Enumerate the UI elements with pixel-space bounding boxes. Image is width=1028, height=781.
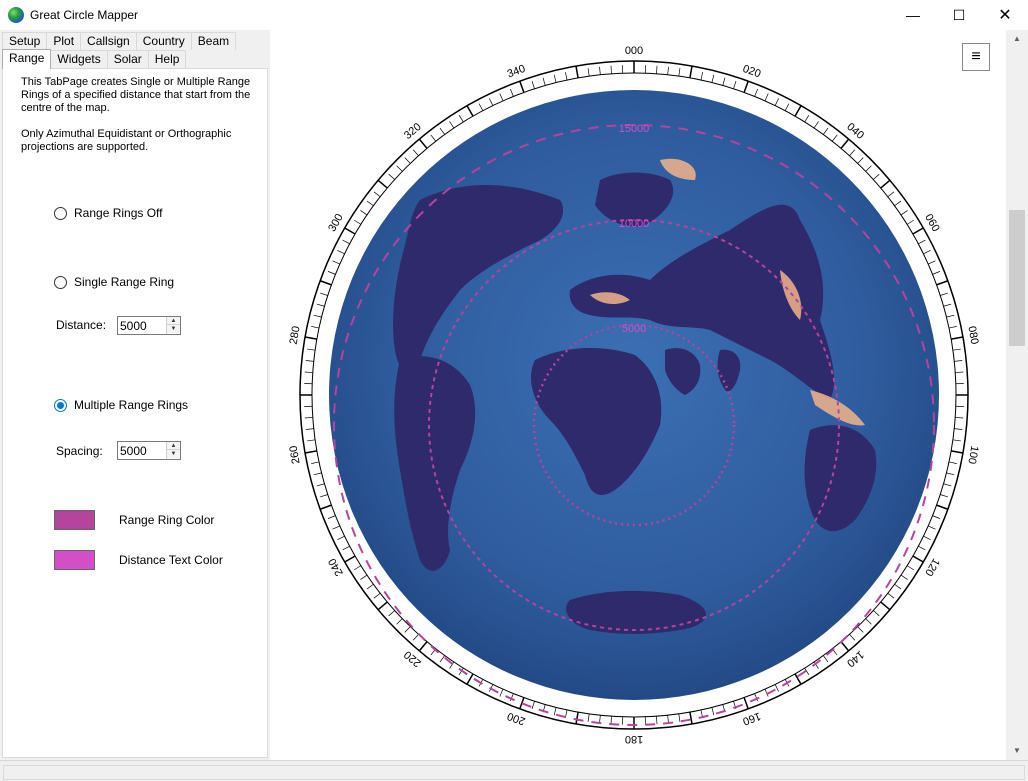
radio-single-range-ring[interactable]: Single Range Ring <box>54 275 174 289</box>
tab-range[interactable]: Range <box>2 49 52 69</box>
maximize-button[interactable]: ☐ <box>936 0 982 30</box>
title-bar: Great Circle Mapper — ☐ ✕ <box>0 0 1028 30</box>
distance-stepper[interactable]: ▲ ▼ <box>117 316 181 335</box>
projection-note: Only Azimuthal Equidistant or Orthograph… <box>21 128 232 153</box>
range-description: This TabPage creates Single or Multiple … <box>21 76 251 114</box>
radio-label: Single Range Ring <box>74 275 175 289</box>
azimuthal-map[interactable]: 0000200400600801001201401601802002202402… <box>270 30 1006 760</box>
bearing-label: 200 <box>506 710 527 728</box>
status-bar <box>0 760 1028 781</box>
spacing-label: Spacing: <box>56 444 103 458</box>
bearing-label: 020 <box>741 63 762 81</box>
tab-row-bottom: Range Widgets Solar Help <box>2 49 187 69</box>
radio-range-rings-off[interactable]: Range Rings Off <box>54 206 163 220</box>
bearing-label: 260 <box>288 445 303 465</box>
bearing-label: 100 <box>965 445 980 465</box>
tab-help[interactable]: Help <box>147 50 187 68</box>
close-button[interactable]: ✕ <box>982 0 1028 30</box>
range-ring-label: 10000 <box>619 218 650 230</box>
control-panel: Setup Plot Callsign Country Beam Range W… <box>0 30 270 760</box>
tab-country[interactable]: Country <box>135 32 192 50</box>
spin-down-icon[interactable]: ▼ <box>167 325 180 333</box>
bearing-label: 080 <box>965 325 980 345</box>
tab-plot[interactable]: Plot <box>46 32 82 50</box>
spacing-stepper[interactable]: ▲ ▼ <box>117 441 181 460</box>
distance-label: Distance: <box>56 318 107 332</box>
map-menu-button[interactable]: ≡ <box>962 43 990 71</box>
scroll-down-icon[interactable]: ▼ <box>1006 742 1028 759</box>
minimize-button[interactable]: — <box>890 0 936 30</box>
radio-circle[interactable] <box>54 206 67 220</box>
radio-circle[interactable] <box>54 275 67 289</box>
tab-row-top: Setup Plot Callsign Country Beam <box>2 32 237 50</box>
bearing-label: 160 <box>741 710 762 728</box>
range-ring-color-label: Range Ring Color <box>119 513 215 527</box>
bearing-label: 180 <box>625 733 643 745</box>
globe-icon <box>8 7 24 23</box>
bearing-label: 000 <box>625 45 643 57</box>
spin-down-icon[interactable]: ▼ <box>167 450 180 458</box>
land-antarctica <box>566 590 707 634</box>
range-ring-color-swatch[interactable] <box>54 510 95 530</box>
app-window: Great Circle Mapper — ☐ ✕ Setup Plot Cal… <box>0 0 1028 781</box>
scroll-up-icon[interactable]: ▲ <box>1006 30 1028 47</box>
menu-icon: ≡ <box>971 48 981 65</box>
distance-spin-buttons: ▲ ▼ <box>166 317 180 334</box>
status-panel <box>3 765 1025 780</box>
spin-up-icon[interactable]: ▲ <box>167 317 180 325</box>
radio-circle-checked[interactable] <box>54 398 67 412</box>
vertical-scrollbar[interactable]: ▲ ▼ <box>1006 30 1028 760</box>
tab-beam[interactable]: Beam <box>190 32 237 50</box>
spacing-input[interactable] <box>119 443 163 458</box>
radio-label: Range Rings Off <box>74 206 163 220</box>
range-ring-label: 5000 <box>622 323 646 335</box>
window-title: Great Circle Mapper <box>30 8 139 22</box>
tab-widgets[interactable]: Widgets <box>50 50 108 68</box>
bearing-label: 340 <box>506 63 527 81</box>
tab-solar[interactable]: Solar <box>106 50 149 68</box>
scroll-thumb[interactable] <box>1009 210 1025 346</box>
tab-setup[interactable]: Setup <box>2 32 48 50</box>
map-canvas[interactable]: 000 020 040 060 080 100 120 140 160 180 200 220 240 2… <box>270 30 1006 760</box>
spacing-spin-buttons: ▲ ▼ <box>166 442 180 459</box>
distance-text-color-swatch[interactable] <box>54 550 95 570</box>
range-tab-page <box>2 68 268 758</box>
tab-callsign[interactable]: Callsign <box>80 32 137 50</box>
bearing-label: 280 <box>288 325 303 345</box>
distance-input[interactable] <box>119 318 163 333</box>
distance-text-color-label: Distance Text Color <box>119 553 223 567</box>
spin-up-icon[interactable]: ▲ <box>167 442 180 450</box>
range-ring-label: 15000 <box>619 123 650 135</box>
radio-label: Multiple Range Rings <box>74 398 189 412</box>
radio-multiple-range-rings[interactable]: Multiple Range Rings <box>54 398 188 412</box>
